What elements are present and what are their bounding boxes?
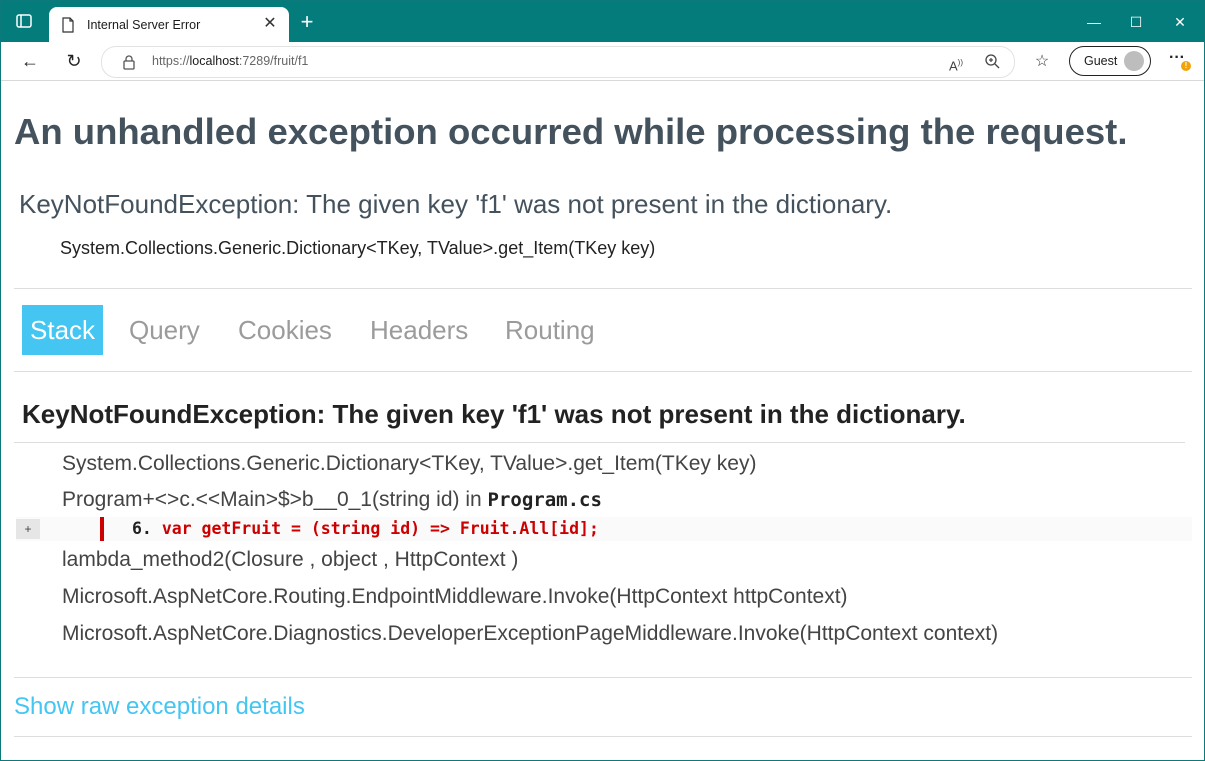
zoom-icon[interactable] [982, 53, 1002, 73]
new-tab-icon[interactable]: + [297, 11, 317, 33]
tab-stack[interactable]: Stack [22, 305, 104, 355]
url-path: :7289/fruit/f1 [238, 54, 309, 68]
divider [14, 736, 1192, 737]
refresh-icon[interactable]: ↻ [61, 48, 87, 74]
browser-window: Internal Server Error ✕ + — ☐ ✕ ← ↻ http… [0, 0, 1205, 761]
source-code-row: + 6. var getFruit = (string id) => Fruit… [16, 517, 1192, 541]
avatar [1124, 51, 1144, 71]
minimize-icon[interactable]: — [1079, 9, 1109, 35]
lock-icon[interactable] [122, 54, 136, 70]
show-raw-details-link[interactable]: Show raw exception details [14, 693, 305, 721]
url-text[interactable]: https://localhost:7289/fruit/f1 [152, 54, 308, 68]
source-file-name: Program.cs [487, 489, 602, 511]
error-message: KeyNotFoundException: The given key 'f1'… [19, 189, 893, 219]
stack-title: KeyNotFoundException: The given key 'f1'… [22, 399, 966, 429]
close-icon[interactable]: ✕ [261, 15, 279, 33]
page-icon [61, 17, 75, 33]
window-close-icon[interactable]: ✕ [1165, 9, 1195, 35]
code-text: var getFruit = (string id) => Fruit.All[… [161, 519, 599, 538]
back-arrow-icon[interactable]: ← [17, 48, 43, 74]
divider [14, 288, 1192, 289]
browser-toolbar: ← ↻ https://localhost:7289/fruit/f1 A)) … [1, 42, 1204, 81]
tab-headers[interactable]: Headers [362, 305, 476, 355]
expand-button[interactable]: + [16, 519, 40, 539]
line-number: 6. [132, 519, 152, 538]
tab-cookies[interactable]: Cookies [230, 305, 340, 355]
url-scheme: https:// [152, 54, 190, 68]
url-host: localhost [189, 54, 239, 68]
stack-frame: Microsoft.AspNetCore.Routing.EndpointMid… [62, 585, 848, 608]
error-location: System.Collections.Generic.Dictionary<TK… [60, 238, 656, 258]
address-bar[interactable]: https://localhost:7289/fruit/f1 A)) [101, 46, 1015, 78]
notification-badge: ! [1181, 61, 1191, 71]
page-title: An unhandled exception occurred while pr… [14, 111, 1128, 152]
tab-routing[interactable]: Routing [497, 305, 603, 355]
divider [14, 677, 1192, 678]
source-code-line: 6. var getFruit = (string id) => Fruit.A… [132, 519, 599, 538]
error-line-marker [100, 517, 104, 541]
stack-frame: lambda_method2(Closure , object , HttpCo… [62, 548, 519, 571]
stack-frame: System.Collections.Generic.Dictionary<TK… [62, 452, 757, 475]
profile-button[interactable]: Guest [1069, 46, 1151, 76]
page-content: An unhandled exception occurred while pr… [1, 81, 1204, 760]
stack-frame: Microsoft.AspNetCore.Diagnostics.Develop… [62, 622, 999, 645]
stack-frame: Program+<>c.<<Main>$>b__0_1(string id) i… [62, 488, 602, 512]
divider [14, 371, 1192, 372]
tab-query[interactable]: Query [121, 305, 208, 355]
tab-title: Internal Server Error [87, 18, 201, 32]
read-aloud-icon[interactable]: A)) [946, 53, 966, 73]
divider [14, 442, 1185, 443]
favorites-icon[interactable]: ☆ [1031, 52, 1053, 72]
stack-frame-text: Program+<>c.<<Main>$>b__0_1(string id) i… [62, 488, 488, 511]
sidebar-toggle-icon[interactable] [15, 12, 33, 30]
title-bar: Internal Server Error ✕ + — ☐ ✕ [1, 1, 1204, 42]
maximize-icon[interactable]: ☐ [1121, 9, 1151, 35]
profile-label: Guest [1084, 54, 1118, 68]
browser-tab[interactable]: Internal Server Error ✕ [49, 7, 289, 42]
